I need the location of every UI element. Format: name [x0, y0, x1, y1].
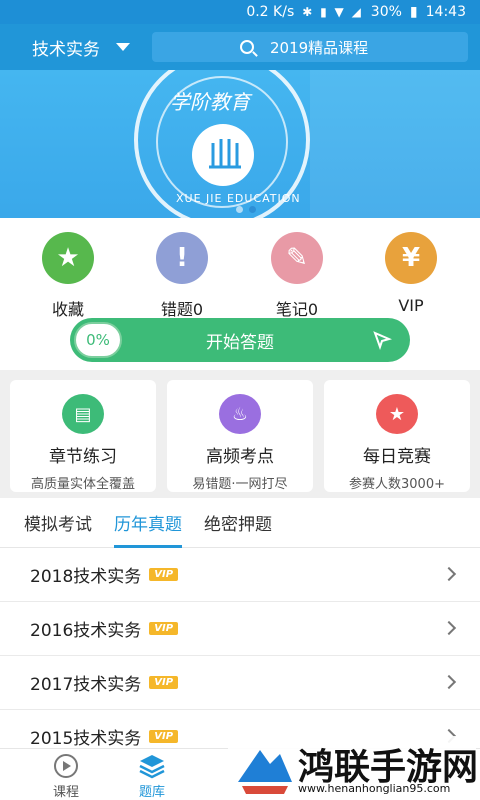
favorites-label: 收藏	[51, 300, 84, 319]
carousel-dot-active[interactable]	[249, 206, 256, 213]
network-speed: 0.2 K/s	[246, 4, 295, 20]
yen-refresh-icon: ¥	[385, 232, 437, 284]
app-header: 技术实务 2019精品课程	[0, 24, 480, 70]
carousel-dot[interactable]	[236, 206, 243, 213]
daily-contest-card[interactable]: ★ 每日竞赛 参赛人数3000+	[324, 380, 470, 492]
progress-badge: 0%	[74, 322, 122, 358]
star-icon: ★	[42, 232, 94, 284]
subject-selector[interactable]: 技术实务	[32, 35, 130, 60]
card-title: 章节练习	[49, 447, 117, 467]
search-text: 2019精品课程	[270, 38, 369, 57]
caret-down-icon	[116, 43, 130, 51]
vip-label: VIP	[398, 296, 424, 315]
notes-button[interactable]: ✎ 笔记0	[249, 232, 345, 320]
start-quiz-label: 开始答题	[206, 332, 274, 353]
card-title: 高频考点	[206, 447, 274, 467]
paper-title: 2015技术实务	[30, 729, 142, 749]
nav-question-bank[interactable]: 题库	[120, 753, 184, 800]
exam-tabs: 模拟考试 历年真题 绝密押题	[0, 498, 480, 548]
tab-mock-exam[interactable]: 模拟考试	[24, 498, 92, 548]
vip-badge: VIP	[149, 568, 179, 581]
tab-secret-questions[interactable]: 绝密押题	[204, 498, 272, 548]
subject-label: 技术实务	[32, 39, 100, 60]
medal-icon: ★	[376, 394, 418, 434]
chapter-practice-card[interactable]: ▤ 章节练习 高质量实体全覆盖	[10, 380, 156, 492]
vip-badge: VIP	[149, 676, 179, 689]
paper-list: 2018技术实务 VIP 2016技术实务 VIP 2017技术实务 VIP 2…	[0, 548, 480, 764]
carousel-indicator	[236, 206, 256, 213]
paper-title: 2017技术实务	[30, 675, 142, 695]
watermark-url: www.henanhonglian95.com	[298, 782, 451, 795]
nav-label: 课程	[52, 785, 79, 800]
tab-past-papers[interactable]: 历年真题	[114, 498, 182, 548]
chevron-right-icon	[441, 566, 457, 582]
clock: 14:43	[425, 4, 466, 20]
watermark-logo-icon	[238, 750, 292, 794]
exclamation-icon: !	[156, 232, 208, 284]
card-title: 每日竞赛	[363, 447, 431, 467]
nav-courses[interactable]: 课程	[34, 753, 98, 800]
wrong-questions-label: 错题0	[160, 300, 204, 319]
seal-top-text: 学阶教育	[170, 90, 250, 114]
list-item[interactable]: 2017技术实务 VIP	[0, 656, 480, 710]
document-icon: ▤	[62, 394, 104, 434]
start-quiz-button[interactable]: 0% 开始答题	[70, 318, 410, 362]
banner-decoration	[310, 70, 480, 218]
favorites-button[interactable]: ★ 收藏	[20, 232, 116, 320]
cursor-arrow-icon	[373, 331, 392, 350]
list-item[interactable]: 2018技术实务 VIP	[0, 548, 480, 602]
list-item[interactable]: 2016技术实务 VIP	[0, 602, 480, 656]
card-subtitle: 易错题·一网打尽	[192, 477, 288, 492]
brand-logo-icon	[192, 124, 254, 186]
layers-icon	[139, 755, 165, 779]
pencil-icon: ✎	[271, 232, 323, 284]
seal-bottom-text: XUE JIE EDUCATION	[176, 192, 301, 205]
vip-badge: VIP	[149, 730, 179, 743]
play-icon	[54, 754, 78, 778]
feature-cards: ▤ 章节练习 高质量实体全覆盖 ♨ 高频考点 易错题·一网打尽 ★ 每日竞赛 参…	[0, 370, 480, 498]
card-subtitle: 高质量实体全覆盖	[30, 477, 135, 492]
chevron-right-icon	[441, 620, 457, 636]
status-bar: 0.2 K/s ✱ ▮ ▼ ◢ 30% ▮ 14:43	[0, 0, 480, 24]
battery-level: 30%	[370, 4, 402, 20]
paper-title: 2016技术实务	[30, 621, 142, 641]
vip-badge: VIP	[149, 622, 179, 635]
status-icons: ✱ ▮ ▼ ◢	[302, 5, 363, 19]
flame-icon: ♨	[219, 394, 261, 434]
wrong-questions-button[interactable]: ! 错题0	[134, 232, 230, 320]
nav-label: 题库	[138, 785, 165, 800]
vip-button[interactable]: ¥ VIP	[363, 232, 459, 315]
battery-icon: ▮	[409, 4, 418, 20]
notes-label: 笔记0	[275, 300, 319, 319]
search-bar[interactable]: 2019精品课程	[152, 32, 468, 62]
paper-title: 2018技术实务	[30, 567, 142, 587]
banner-carousel[interactable]: 学阶教育 XUE JIE EDUCATION	[0, 70, 480, 218]
search-icon	[240, 40, 254, 54]
chevron-right-icon	[441, 674, 457, 690]
card-subtitle: 参赛人数3000+	[349, 477, 445, 492]
high-frequency-card[interactable]: ♨ 高频考点 易错题·一网打尽	[167, 380, 313, 492]
site-watermark: 鸿联手游网 www.henanhonglian95.com	[228, 736, 478, 798]
